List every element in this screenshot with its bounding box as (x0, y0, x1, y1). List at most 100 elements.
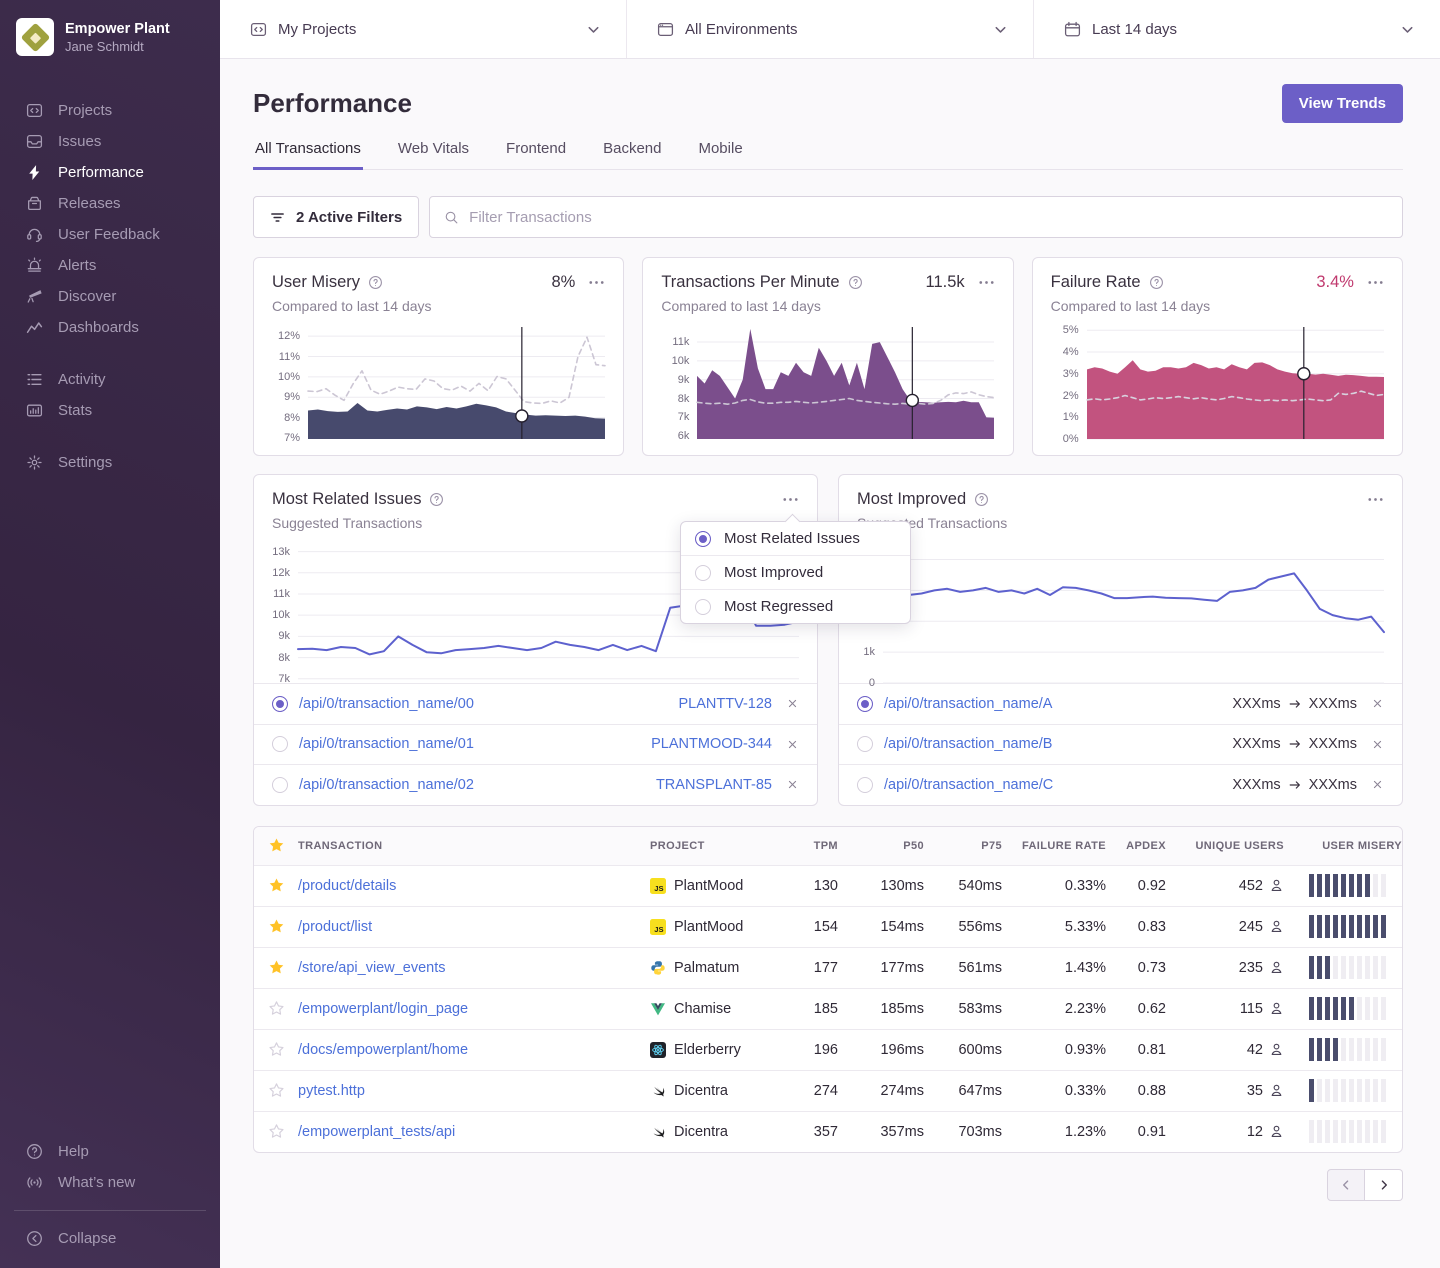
axis-tick-label: 8k (678, 393, 690, 405)
issue-link[interactable]: PLANTTV-128 (679, 696, 773, 712)
help-circle-icon[interactable] (1149, 275, 1164, 290)
sidebar-footer: HelpWhat’s new Collapse (0, 1136, 220, 1254)
ellipsis-icon[interactable] (978, 274, 995, 291)
sidebar-item-alerts[interactable]: Alerts (0, 250, 220, 281)
environment-selector[interactable]: All Environments (627, 0, 1034, 58)
sidebar-item-performance[interactable]: Performance (0, 157, 220, 188)
card-title: Transactions Per Minute (661, 273, 839, 292)
menu-item-most-improved[interactable]: Most Improved (681, 555, 910, 589)
sidebar-item-settings[interactable]: Settings (0, 447, 220, 478)
star-outline-icon[interactable] (268, 1000, 285, 1017)
page-title: Performance (253, 88, 412, 119)
help-circle-icon[interactable] (974, 492, 989, 507)
ellipsis-icon[interactable] (588, 274, 605, 291)
transaction-link[interactable]: /api/0/transaction_name/02 (299, 777, 474, 793)
sidebar-collapse-button[interactable]: Collapse (0, 1223, 220, 1254)
transaction-link[interactable]: /store/api_view_events (298, 960, 446, 976)
issue-link[interactable]: TRANSPLANT-85 (656, 777, 772, 793)
radio-button[interactable] (857, 736, 873, 752)
transaction-link[interactable]: /api/0/transaction_name/C (884, 777, 1053, 793)
failure-rate-value: 0.33% (1002, 1083, 1106, 1099)
p75-value: 600ms (924, 1042, 1002, 1058)
transaction-link[interactable]: /empowerplant_tests/api (298, 1124, 455, 1140)
transaction-link[interactable]: /product/details (298, 878, 396, 894)
date-range-selector[interactable]: Last 14 days (1034, 0, 1440, 58)
sidebar-item-issues[interactable]: Issues (0, 126, 220, 157)
person-icon (1269, 1124, 1284, 1139)
menu-item-most-related-issues[interactable]: Most Related Issues (681, 522, 910, 555)
sidebar-item-releases[interactable]: Releases (0, 188, 220, 219)
transaction-link[interactable]: /docs/empowerplant/home (298, 1042, 468, 1058)
tab-all-transactions[interactable]: All Transactions (253, 140, 363, 170)
axis-tick-label: 8% (284, 412, 300, 424)
previous-page-button[interactable] (1327, 1169, 1365, 1201)
unique-users-value: 42 (1166, 1042, 1284, 1058)
search-input[interactable] (469, 209, 1388, 226)
star-outline-icon[interactable] (268, 1041, 285, 1058)
issue-link[interactable]: PLANTMOOD-344 (651, 736, 772, 752)
sidebar-item-activity[interactable]: Activity (0, 364, 220, 395)
close-icon[interactable] (1371, 778, 1384, 791)
star-filled-icon[interactable] (268, 877, 285, 894)
list-item: /api/0/transaction_name/BXXXmsXXXms (839, 724, 1402, 765)
transaction-link[interactable]: /api/0/transaction_name/00 (299, 696, 474, 712)
radio-button[interactable] (857, 696, 873, 712)
python-platform-icon (650, 960, 666, 976)
close-icon[interactable] (1371, 738, 1384, 751)
sidebar-item-help[interactable]: Help (0, 1136, 220, 1167)
close-icon[interactable] (1371, 697, 1384, 710)
help-icon (26, 1143, 43, 1160)
tpm-card: Transactions Per Minute 11.5k Compared t… (642, 257, 1013, 456)
org-header[interactable]: Empower Plant Jane Schmidt (0, 14, 220, 66)
radio-button[interactable] (272, 736, 288, 752)
tab-web-vitals[interactable]: Web Vitals (396, 140, 471, 170)
sidebar-item-what-s-new[interactable]: What’s new (0, 1167, 220, 1198)
transaction-link[interactable]: /api/0/transaction_name/A (884, 696, 1052, 712)
star-outline-icon[interactable] (268, 1123, 285, 1140)
filter-icon (270, 210, 285, 225)
org-name: Empower Plant (65, 20, 170, 39)
tpm-value: 177 (780, 960, 838, 976)
axis-tick-label: 11k (273, 588, 290, 600)
sidebar-item-discover[interactable]: Discover (0, 281, 220, 312)
sidebar-item-user-feedback[interactable]: User Feedback (0, 219, 220, 250)
most-improved-chart: 2k1k0 (839, 541, 1402, 683)
close-icon[interactable] (786, 697, 799, 710)
help-circle-icon[interactable] (848, 275, 863, 290)
menu-item-most-regressed[interactable]: Most Regressed (681, 589, 910, 623)
star-outline-icon[interactable] (268, 1082, 285, 1099)
axis-tick-label: 5% (1063, 324, 1079, 336)
help-circle-icon[interactable] (368, 275, 383, 290)
column-header: TRANSACTION (298, 840, 650, 852)
transaction-link[interactable]: /api/0/transaction_name/B (884, 736, 1052, 752)
active-filters-button[interactable]: 2 Active Filters (253, 196, 419, 238)
next-page-button[interactable] (1365, 1169, 1403, 1201)
transaction-link[interactable]: /product/list (298, 919, 372, 935)
help-circle-icon[interactable] (429, 492, 444, 507)
unique-users-value: 235 (1166, 960, 1284, 976)
project-selector[interactable]: My Projects (220, 0, 627, 58)
transaction-link[interactable]: /empowerplant/login_page (298, 1001, 468, 1017)
close-icon[interactable] (786, 738, 799, 751)
failure-rate-value: 0.33% (1002, 878, 1106, 894)
sidebar-item-projects[interactable]: Projects (0, 95, 220, 126)
ellipsis-icon[interactable] (1367, 491, 1384, 508)
tab-frontend[interactable]: Frontend (504, 140, 568, 170)
view-trends-button[interactable]: View Trends (1282, 84, 1403, 123)
tab-backend[interactable]: Backend (601, 140, 663, 170)
sidebar-item-dashboards[interactable]: Dashboards (0, 312, 220, 343)
tab-mobile[interactable]: Mobile (696, 140, 744, 170)
sidebar-item-stats[interactable]: Stats (0, 395, 220, 426)
close-icon[interactable] (786, 778, 799, 791)
ellipsis-icon[interactable] (782, 491, 799, 508)
table-row: /product/detailsJSPlantMood130130ms540ms… (254, 865, 1402, 906)
star-filled-icon[interactable] (268, 918, 285, 935)
transaction-link[interactable]: pytest.http (298, 1083, 365, 1099)
radio-button[interactable] (857, 777, 873, 793)
radio-button[interactable] (272, 696, 288, 712)
failure-rate-chart: 5%4%3%2%1%0% (1051, 327, 1384, 439)
ellipsis-icon[interactable] (1367, 274, 1384, 291)
star-filled-icon[interactable] (268, 959, 285, 976)
radio-button[interactable] (272, 777, 288, 793)
transaction-link[interactable]: /api/0/transaction_name/01 (299, 736, 474, 752)
